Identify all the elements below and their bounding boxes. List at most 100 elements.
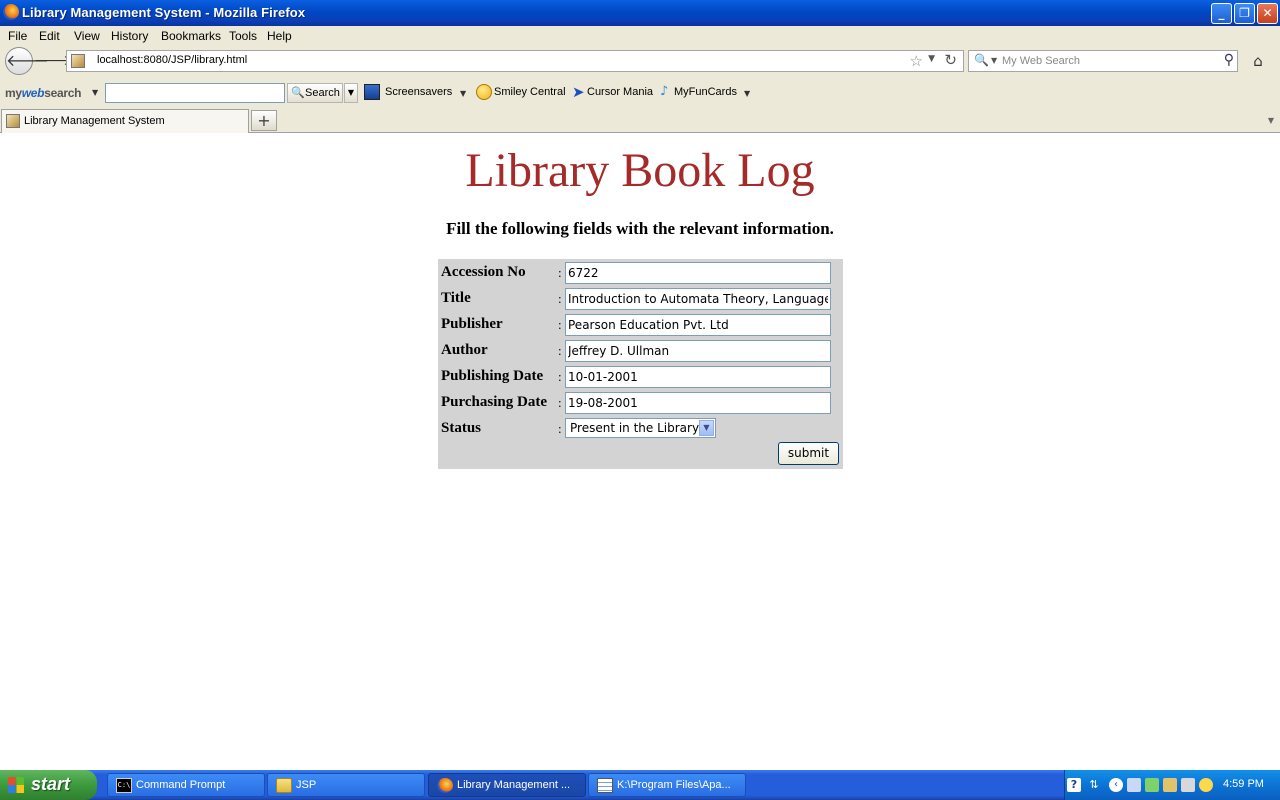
- tab-strip: Library Management System + ▼: [0, 108, 1280, 133]
- cursor-icon: ➤: [572, 83, 585, 101]
- publishing-date-field[interactable]: [565, 366, 831, 388]
- smiley-central-button[interactable]: Smiley Central: [494, 86, 566, 98]
- cursor-mania-button[interactable]: Cursor Mania: [587, 86, 653, 98]
- menu-history[interactable]: History: [111, 29, 148, 43]
- tray-update-icon[interactable]: [1199, 778, 1213, 792]
- tray-arrows-icon[interactable]: ⇅: [1087, 778, 1101, 792]
- toolbar-search-button[interactable]: 🔍 Search: [287, 83, 343, 103]
- menu-tools[interactable]: Tools: [229, 29, 257, 43]
- taskbar-item-firefox[interactable]: Library Management ...: [428, 773, 586, 797]
- menu-bookmarks[interactable]: Bookmarks: [161, 29, 221, 43]
- purchasing-date-row: Purchasing Date :: [438, 389, 843, 415]
- windows-logo-icon-lower: [8, 785, 24, 793]
- publisher-row: Publisher :: [438, 311, 843, 337]
- start-button[interactable]: start: [0, 770, 97, 800]
- myfuncards-button[interactable]: MyFunCards: [674, 86, 737, 98]
- restore-button[interactable]: ❐: [1234, 3, 1255, 24]
- publisher-label: Publisher: [441, 316, 503, 332]
- status-label: Status: [441, 420, 482, 436]
- instructions-text: Fill the following fields with the relev…: [446, 219, 834, 238]
- web-search-box[interactable]: 🔍 ▼ ⚲: [968, 50, 1238, 72]
- publisher-field[interactable]: [565, 314, 831, 336]
- taskbar-item-label: Command Prompt: [136, 779, 226, 791]
- accession-no-field[interactable]: [565, 262, 831, 284]
- submit-button[interactable]: submit: [778, 442, 839, 465]
- start-label: start: [31, 774, 71, 794]
- smiley-icon: [476, 84, 492, 100]
- search-icon: 🔍: [291, 87, 305, 99]
- search-go-icon[interactable]: ⚲: [1224, 52, 1234, 68]
- show-hidden-icons-icon[interactable]: ‹: [1109, 778, 1123, 792]
- author-label: Author: [441, 342, 488, 358]
- home-button[interactable]: ⌂: [1248, 52, 1268, 70]
- logo-web: web: [21, 86, 45, 100]
- toolbar-more-dropdown-icon[interactable]: ▼: [744, 89, 750, 98]
- purchasing-date-label: Purchasing Date: [441, 394, 547, 410]
- navigation-bar: 🡐 🡒 localhost:8080/JSP/library.html ☆ ▼ …: [0, 46, 1280, 78]
- toolbar-search-label: Search: [305, 87, 340, 99]
- clock: 4:59 PM: [1223, 778, 1264, 790]
- taskbar-item-command-prompt[interactable]: C:\ Command Prompt: [107, 773, 265, 797]
- mywebsearch-toolbar: mywebsearch ▼ 🔍 Search ▼ Screensavers ▼ …: [0, 78, 1280, 108]
- toolbar-search-dropdown[interactable]: ▼: [344, 83, 358, 103]
- menu-help[interactable]: Help: [267, 29, 292, 43]
- author-field[interactable]: [565, 340, 831, 362]
- help-icon[interactable]: ?: [1067, 778, 1081, 792]
- network-icon[interactable]: [1127, 778, 1141, 792]
- menu-view[interactable]: View: [74, 29, 100, 43]
- window-title: Library Management System - Mozilla Fire…: [22, 5, 306, 20]
- tab-library-management[interactable]: Library Management System: [1, 109, 249, 133]
- firefox-icon: [437, 778, 453, 793]
- taskbar-item-label: JSP: [296, 779, 317, 791]
- colon: :: [558, 265, 562, 280]
- command-prompt-icon: C:\: [116, 778, 132, 793]
- back-button[interactable]: 🡐: [5, 47, 49, 75]
- colon: :: [558, 421, 562, 436]
- taskbar: start C:\ Command Prompt JSP Library Man…: [0, 770, 1280, 800]
- reload-icon[interactable]: ↻: [944, 51, 957, 69]
- menu-edit[interactable]: Edit: [39, 29, 60, 43]
- logo-dropdown-icon[interactable]: ▼: [92, 88, 98, 97]
- title-field[interactable]: [565, 288, 831, 310]
- screensavers-button[interactable]: Screensavers: [385, 86, 452, 98]
- logo-search: search: [44, 86, 82, 100]
- book-log-form: Accession No : Title : Publisher : Autho…: [438, 259, 843, 469]
- notepad-icon: [597, 778, 613, 793]
- mywebsearch-logo[interactable]: mywebsearch: [5, 86, 81, 100]
- status-select[interactable]: Present in the Library ▼: [565, 418, 716, 438]
- search-engine-icon[interactable]: 🔍: [974, 53, 989, 67]
- address-bar[interactable]: localhost:8080/JSP/library.html ☆ ▼ ↻: [66, 50, 964, 72]
- chevron-down-icon[interactable]: ▼: [699, 420, 714, 436]
- folder-icon: [276, 778, 292, 793]
- close-button[interactable]: ✕: [1257, 3, 1278, 24]
- taskbar-item-notepad[interactable]: K:\Program Files\Apa...: [588, 773, 746, 797]
- minimize-button[interactable]: _: [1211, 3, 1232, 24]
- menu-file[interactable]: File: [8, 29, 27, 43]
- window-title-bar[interactable]: Library Management System - Mozilla Fire…: [0, 0, 1280, 26]
- menu-bar: File Edit View History Bookmarks Tools H…: [0, 26, 1280, 46]
- colon: :: [558, 369, 562, 384]
- tray-tools-icon[interactable]: [1163, 778, 1177, 792]
- forward-button[interactable]: 🡒: [34, 52, 72, 70]
- colon: :: [558, 343, 562, 358]
- purchasing-date-field[interactable]: [565, 392, 831, 414]
- toolbar-search-input[interactable]: [105, 83, 285, 103]
- colon: :: [558, 395, 562, 410]
- screensavers-dropdown-icon[interactable]: ▼: [460, 89, 466, 98]
- web-search-input[interactable]: [1002, 53, 1202, 69]
- url-history-dropdown-icon[interactable]: ▼: [928, 54, 935, 64]
- screensavers-icon: [364, 84, 380, 100]
- home-icon: ⌂: [1253, 52, 1263, 70]
- tab-list-dropdown-icon[interactable]: ▼: [1268, 116, 1274, 125]
- title-row: Title :: [438, 285, 843, 311]
- url-text[interactable]: localhost:8080/JSP/library.html: [97, 54, 247, 66]
- tray-app-icon[interactable]: [1145, 778, 1159, 792]
- bookmark-star-icon[interactable]: ☆: [910, 52, 923, 70]
- plus-icon: +: [257, 111, 271, 130]
- firefox-icon: [3, 4, 19, 20]
- tray-editor-icon[interactable]: [1181, 778, 1195, 792]
- search-engine-dropdown-icon[interactable]: ▼: [991, 56, 997, 65]
- page-favicon-icon: [71, 54, 85, 68]
- taskbar-item-jsp[interactable]: JSP: [267, 773, 425, 797]
- new-tab-button[interactable]: +: [251, 110, 277, 131]
